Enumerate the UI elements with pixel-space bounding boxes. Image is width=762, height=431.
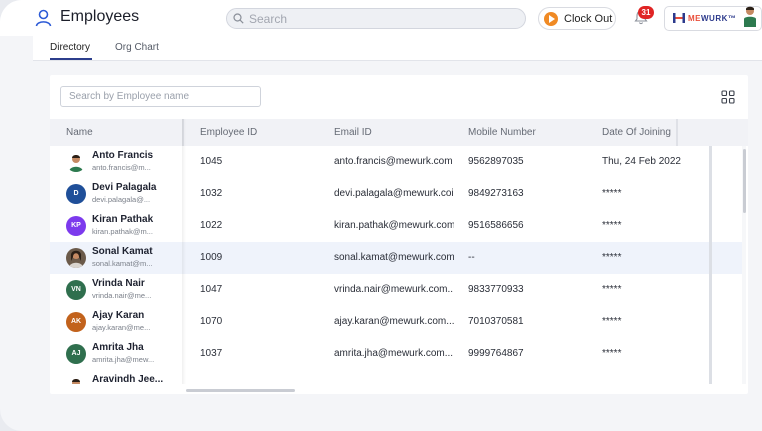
tab-directory[interactable]: Directory bbox=[50, 42, 90, 53]
employee-email-short: kiran.pathak@m... bbox=[92, 227, 153, 236]
employee-email-short: ajay.karan@me... bbox=[92, 323, 151, 332]
tab-org-chart[interactable]: Org Chart bbox=[115, 42, 159, 53]
employee-email-short: anto.francis@m... bbox=[92, 163, 151, 172]
tab-bar: Directory Org Chart bbox=[33, 36, 762, 61]
employee-email-short: amrita.jha@mew... bbox=[92, 355, 155, 364]
date-of-joining-cell: ***** bbox=[602, 284, 622, 295]
avatar: AJ bbox=[66, 344, 86, 364]
vertical-scrollbar-thumb[interactable] bbox=[743, 149, 746, 213]
email-cell: devi.palagala@mewurk.coi bbox=[334, 188, 454, 199]
notification-badge: 31 bbox=[638, 6, 654, 19]
email-cell: amrita.jha@mewurk.com... bbox=[334, 348, 454, 359]
date-of-joining-cell: ***** bbox=[602, 252, 622, 263]
top-bar: Employees Clock Out 31 MEWURK™ bbox=[0, 0, 762, 36]
table-row[interactable]: AK Ajay Karan ajay.karan@me... 1070 ajay.kar… bbox=[50, 306, 742, 338]
date-of-joining-cell: Thu, 24 Feb 2022 bbox=[602, 156, 681, 167]
date-of-joining-cell: ***** bbox=[602, 348, 622, 359]
column-header-email[interactable]: Email ID bbox=[334, 127, 372, 138]
table-row[interactable]: Anto Francis anto.francis@m... 1045 anto.fr… bbox=[50, 146, 742, 178]
table-row[interactable]: D Devi Palagala devi.palagala@... 1032 devi.… bbox=[50, 178, 742, 210]
column-header-employee-id[interactable]: Employee ID bbox=[200, 127, 257, 138]
date-of-joining-cell: ***** bbox=[602, 316, 622, 327]
app-window: Employees Clock Out 31 MEWURK™ bbox=[0, 0, 762, 431]
email-cell: sonal.kamat@mewurk.com bbox=[334, 252, 454, 263]
employee-id-cell: 1070 bbox=[200, 316, 223, 327]
avatar: AK bbox=[66, 312, 86, 332]
avatar: KP bbox=[66, 216, 86, 236]
avatar bbox=[66, 376, 86, 384]
play-icon bbox=[544, 12, 558, 26]
column-header-name[interactable]: Name bbox=[66, 127, 93, 138]
employee-id-cell: 1037 bbox=[200, 348, 223, 359]
user-icon bbox=[35, 9, 52, 27]
employee-table-body: Anto Francis anto.francis@m... 1045 anto.fr… bbox=[50, 146, 748, 384]
table-header: Name Employee ID Email ID Mobile Number … bbox=[50, 119, 748, 146]
email-cell: kiran.pathak@mewurk.com bbox=[334, 220, 454, 231]
column-header-date-of-joining[interactable]: Date Of Joining bbox=[602, 127, 671, 138]
mobile-cell: 9833770933 bbox=[468, 284, 524, 295]
mobile-cell: 9999764867 bbox=[468, 348, 524, 359]
email-cell: ajay.karan@mewurk.com... bbox=[334, 316, 454, 327]
employee-search-input[interactable] bbox=[60, 86, 261, 107]
search-icon bbox=[233, 13, 244, 24]
active-tab-indicator bbox=[50, 58, 92, 60]
avatar bbox=[66, 248, 86, 268]
employee-name[interactable]: Ajay Karan bbox=[92, 310, 144, 321]
employee-email-short: devi.palagala@... bbox=[92, 195, 151, 204]
mobile-cell: -- bbox=[468, 252, 475, 263]
user-avatar[interactable] bbox=[742, 5, 758, 27]
global-search[interactable] bbox=[226, 8, 526, 29]
page-title: Employees bbox=[60, 8, 140, 25]
mobile-cell: 7010370581 bbox=[468, 316, 524, 327]
date-of-joining-cell: ***** bbox=[602, 188, 622, 199]
clock-out-label: Clock Out bbox=[564, 13, 613, 25]
mewurk-logo-icon bbox=[673, 13, 685, 23]
employee-name[interactable]: Kiran Pathak bbox=[92, 214, 153, 225]
table-row[interactable]: VN Vrinda Nair vrinda.nair@me... 1047 vrinda… bbox=[50, 274, 742, 306]
table-row[interactable]: Aravindh Jee... bbox=[50, 370, 742, 384]
horizontal-scrollbar-thumb[interactable] bbox=[186, 389, 295, 392]
avatar: D bbox=[66, 184, 86, 204]
email-cell: vrinda.nair@mewurk.com... bbox=[334, 284, 454, 295]
date-of-joining-cell: ***** bbox=[602, 220, 622, 231]
mobile-cell: 9516586656 bbox=[468, 220, 524, 231]
employee-name[interactable]: Anto Francis bbox=[92, 150, 153, 161]
column-header-mobile[interactable]: Mobile Number bbox=[468, 127, 536, 138]
employee-email-short: sonal.kamat@m... bbox=[92, 259, 153, 268]
frozen-column-divider bbox=[182, 119, 186, 384]
table-row[interactable]: AJ Amrita Jha amrita.jha@mew... 1037 amrita.… bbox=[50, 338, 742, 370]
brand-name: MEWURK™ bbox=[688, 14, 737, 23]
directory-card: Name Employee ID Email ID Mobile Number … bbox=[50, 75, 748, 394]
table-row[interactable]: Sonal Kamat sonal.kamat@m... 1009 sonal.kam… bbox=[50, 242, 742, 274]
global-search-input[interactable] bbox=[249, 11, 519, 26]
employee-id-cell: 1047 bbox=[200, 284, 223, 295]
email-cell: anto.francis@mewurk.com bbox=[334, 156, 453, 167]
employee-id-cell: 1009 bbox=[200, 252, 223, 263]
column-divider bbox=[709, 146, 712, 384]
employee-name[interactable]: Amrita Jha bbox=[92, 342, 144, 353]
employee-name[interactable]: Devi Palagala bbox=[92, 182, 156, 193]
employee-email-short: vrinda.nair@me... bbox=[92, 291, 152, 300]
avatar bbox=[66, 152, 86, 172]
employee-id-cell: 1022 bbox=[200, 220, 223, 231]
employee-id-cell: 1045 bbox=[200, 156, 223, 167]
mobile-cell: 9562897035 bbox=[468, 156, 524, 167]
clock-out-button[interactable]: Clock Out bbox=[538, 7, 616, 30]
employee-name[interactable]: Aravindh Jee... bbox=[92, 374, 163, 384]
grid-view-icon[interactable] bbox=[721, 90, 735, 104]
employee-id-cell: 1032 bbox=[200, 188, 223, 199]
employee-name[interactable]: Vrinda Nair bbox=[92, 278, 145, 289]
avatar: VN bbox=[66, 280, 86, 300]
column-resize-handle[interactable] bbox=[676, 119, 678, 146]
employee-name[interactable]: Sonal Kamat bbox=[92, 246, 153, 257]
mobile-cell: 9849273163 bbox=[468, 188, 524, 199]
table-row[interactable]: KP Kiran Pathak kiran.pathak@m... 1022 kiran… bbox=[50, 210, 742, 242]
